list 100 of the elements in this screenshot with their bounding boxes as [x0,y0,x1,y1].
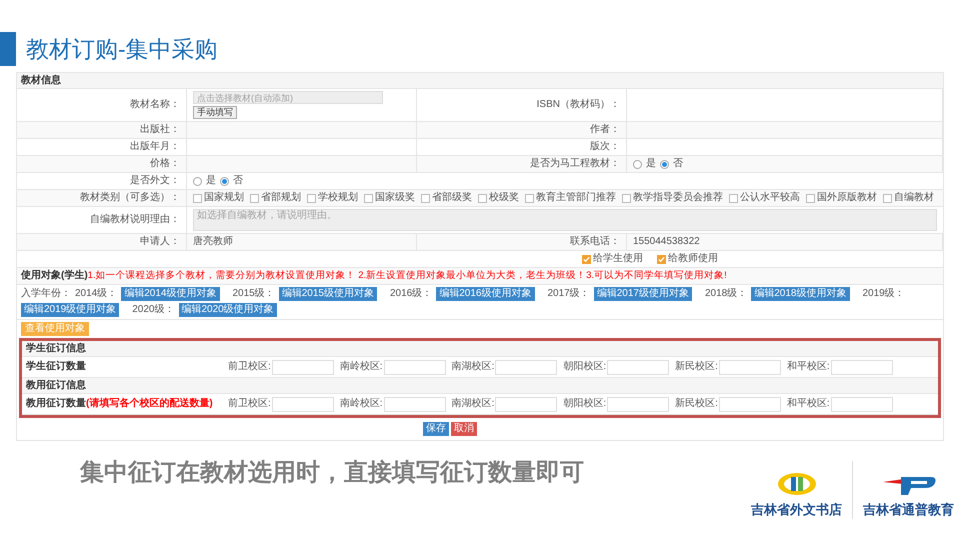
book-logo-icon [776,472,816,496]
quantity-field[interactable] [272,360,334,374]
field-value: 155044538322 [633,236,701,248]
checkbox[interactable] [193,194,202,202]
book-picker-field[interactable]: 点击选择教材(自动添加) [193,91,383,104]
checkbox-label: 国外原版教材 [817,192,877,204]
checkbox-label: 教学指导委员会推荐 [633,192,723,204]
slide-title: 教材订购-集中采购 [26,38,218,60]
reason-field[interactable]: 如选择自编教材，请说明理由。 [193,209,937,231]
logo-name: 吉林省外文书店 [751,500,842,518]
radio-button[interactable] [220,176,229,186]
checkbox[interactable] [421,194,430,202]
field-label: 联系电话： [570,236,620,248]
quantity-field[interactable] [718,360,781,374]
campus-label: 新民校区: [675,361,718,373]
checkbox[interactable] [622,194,631,202]
quantity-field[interactable] [718,396,781,412]
field-label: 是否外文： [130,175,180,187]
checkbox-label: 国家级奖 [375,192,415,204]
checkbox-label: 省部规划 [261,192,301,204]
caption: 集中征订在教材选用时，直接填写征订数量即可 [80,458,584,488]
checkbox-label: 学校规划 [318,192,358,204]
checkbox[interactable] [307,194,316,202]
checkbox[interactable] [525,194,534,202]
edit-year-button[interactable]: 编辑2019级使用对象 [21,303,120,317]
campus-label: 和平校区: [786,361,830,373]
quantity-field[interactable] [607,360,670,374]
checkbox[interactable] [582,254,591,264]
campus-label: 南湖校区: [452,361,494,373]
quantity-label: 教用征订数量 [26,398,86,410]
radio-button[interactable] [193,176,202,186]
cancel-button[interactable]: 取消 [451,422,477,436]
year-label: 2019级： [862,288,905,300]
quantity-field[interactable] [495,396,558,412]
campus-label: 朝阳校区: [563,398,606,410]
title-bar [0,32,16,66]
year-label: 入学年份： [21,288,71,300]
quantity-note: (请填写各个校区的配送数量) [86,398,213,410]
edit-year-button[interactable]: 编辑2015级使用对象 [278,287,377,301]
option-label: 否 [673,158,683,170]
option-label: 是 [206,175,216,187]
field-value: 唐亮教师 [193,236,234,248]
year-label: 2018级： [705,288,748,300]
field-label: 申请人： [140,236,180,248]
year-label: 2017级： [548,288,590,300]
quantity-field[interactable] [384,396,446,412]
checkbox[interactable] [250,194,259,202]
manual-entry-button[interactable]: 手动填写 [193,106,237,119]
field-label: 作者： [590,124,620,136]
campus-label: 和平校区: [786,398,830,410]
campus-label: 朝阳校区: [563,361,606,373]
edit-year-button[interactable]: 编辑2014级使用对象 [121,287,220,301]
checkbox[interactable] [364,194,373,202]
field-label: ISBN（教材码）： [536,99,620,111]
checkbox-label: 省部级奖 [432,192,472,204]
checkbox-label: 公认水平较高 [740,192,800,204]
checkbox[interactable] [729,194,738,202]
field-label: 教材类别（可多选）： [80,192,180,204]
checkbox-label: 给学生使用 [593,253,643,265]
field-label: 版次： [590,141,620,153]
field-label: 教材名称： [130,99,180,111]
option-label: 否 [233,175,243,187]
section-title: 教材信息 [17,73,943,89]
field-label: 价格： [150,158,180,170]
edit-year-button[interactable]: 编辑2020级使用对象 [178,303,277,317]
campus-label: 南湖校区: [452,398,494,410]
year-label: 2016级： [390,288,432,300]
radio-button[interactable] [633,160,642,168]
checkbox-label: 校级奖 [489,192,519,204]
save-button[interactable]: 保存 [423,422,449,436]
quantity-field[interactable] [495,360,558,374]
quantity-label: 学生征订数量 [26,361,86,373]
quantity-field[interactable] [607,396,670,412]
year-label: 2020级： [132,304,174,316]
radio-button[interactable] [660,160,669,168]
logo-name: 吉林省通普教育 [863,500,954,518]
campus-label: 新民校区: [675,398,718,410]
quantity-field[interactable] [830,360,893,374]
quantity-field[interactable] [384,360,446,374]
section-title: 教用征订信息 [26,380,86,392]
edit-year-button[interactable]: 编辑2018级使用对象 [751,287,850,301]
quantity-field[interactable] [272,396,334,412]
option-label: 是 [646,158,656,170]
quantity-field[interactable] [830,396,893,412]
checkbox-label: 自编教材 [894,192,934,204]
usage-note: 1.如一个课程选择多个教材，需要分别为教材设置使用对象！ 2.新生设置使用对象最小单位为大类，老生为班级！3.可以为不同学年填写使用对象! [88,270,727,282]
checkbox-label: 给教师使用 [668,253,718,265]
edit-year-button[interactable]: 编辑2016级使用对象 [436,287,534,301]
year-label: 2014级： [75,288,118,300]
checkbox[interactable] [883,194,892,202]
usage-label: 使用对象(学生) [21,270,88,282]
checkbox[interactable] [806,194,815,202]
edit-year-button[interactable]: 编辑2017级使用对象 [594,287,692,301]
checkbox[interactable] [657,254,666,264]
campus-label: 前卫校区: [228,361,271,373]
section-title: 学生征订信息 [26,342,86,354]
year-label: 2015级： [232,288,275,300]
field-label: 出版社： [140,124,180,136]
field-label: 是否为马工程教材： [530,158,620,170]
checkbox[interactable] [478,194,487,202]
